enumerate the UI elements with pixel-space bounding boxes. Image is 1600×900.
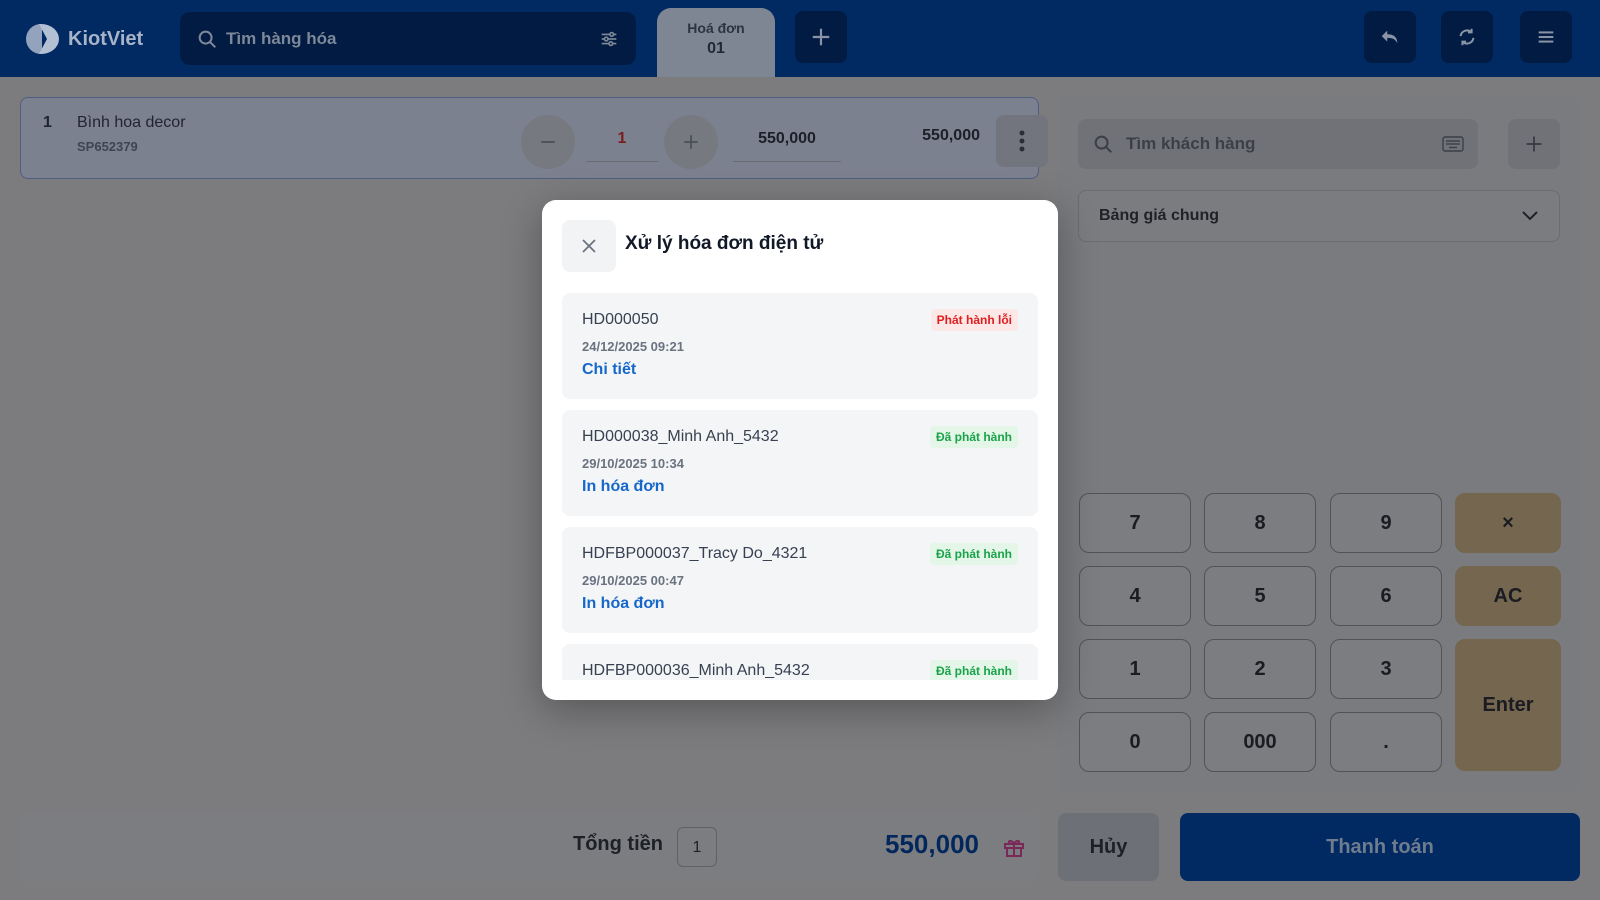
modal-title: Xử lý hóa đơn điện tử: [625, 233, 824, 254]
keypad-key-5[interactable]: 5: [1204, 566, 1316, 626]
cart-item-code: SP652379: [77, 139, 138, 154]
order-total-bar: Tổng tiền 1 550,000: [20, 813, 1039, 881]
keypad-key-0[interactable]: 0: [1079, 712, 1191, 772]
status-badge: Đã phát hành: [929, 660, 1018, 680]
e-invoice-modal: Xử lý hóa đơn điện tử HD000050 Phát hành…: [542, 200, 1058, 700]
invoice-list[interactable]: HD000050 Phát hành lỗi 24/12/2025 09:21 …: [562, 293, 1038, 680]
plus-icon: [1526, 136, 1542, 152]
plus-icon: [812, 28, 830, 46]
increase-qty-button[interactable]: [664, 115, 718, 169]
chevron-down-icon: [1522, 211, 1538, 221]
keypad-multiply-key[interactable]: ×: [1455, 493, 1561, 553]
price-list-selected: Bảng giá chung: [1099, 207, 1219, 224]
undo-button[interactable]: [1364, 11, 1416, 63]
invoice-card: HD000038_Minh Anh_5432 Đã phát hành 29/1…: [562, 410, 1038, 516]
status-badge: Đã phát hành: [929, 543, 1018, 565]
keypad-decimal-key[interactable]: .: [1330, 712, 1442, 772]
top-header: KiotViet Tìm hàng hóa Hoá đơn 01: [0, 0, 1600, 77]
keypad-key-000[interactable]: 000: [1204, 712, 1316, 772]
kiotviet-logo-icon: [26, 22, 60, 56]
invoice-card: HDFBP000037_Tracy Do_4321 Đã phát hành 2…: [562, 527, 1038, 633]
undo-icon: [1381, 30, 1398, 44]
keypad-key-3[interactable]: 3: [1330, 639, 1442, 699]
close-icon: [582, 239, 596, 253]
price-list-dropdown[interactable]: Bảng giá chung: [1078, 190, 1560, 242]
tab-invoice-number: 01: [707, 40, 725, 57]
hamburger-menu-icon: [1538, 31, 1554, 43]
close-modal-button[interactable]: [562, 220, 616, 272]
invoice-date: 24/12/2025 09:21: [582, 339, 684, 354]
print-invoice-link[interactable]: In hóa đơn: [582, 478, 664, 496]
keypad-enter-key[interactable]: Enter: [1455, 639, 1561, 771]
cart-item-name: Bình hoa decor: [77, 114, 186, 131]
line-total: 550,000: [922, 127, 980, 144]
customer-search-placeholder: Tìm khách hàng: [1126, 134, 1256, 153]
product-search-placeholder: Tìm hàng hóa: [226, 28, 337, 48]
add-customer-button[interactable]: [1508, 119, 1560, 169]
item-count-badge: 1: [677, 827, 717, 867]
total-amount: 550,000: [885, 829, 979, 859]
decrease-qty-button[interactable]: [521, 115, 575, 169]
cart-item-index: 1: [43, 114, 52, 131]
keyboard-icon[interactable]: [1442, 136, 1464, 152]
more-vertical-icon: [1019, 130, 1025, 152]
keypad-key-4[interactable]: 4: [1079, 566, 1191, 626]
add-tab-button[interactable]: [795, 11, 847, 63]
total-label: Tổng tiền: [573, 833, 663, 855]
sync-icon: [1459, 28, 1475, 46]
filter-icon[interactable]: [598, 28, 620, 50]
tab-invoice-label: Hoá đơn: [687, 20, 745, 36]
search-icon: [1094, 135, 1112, 153]
product-search-input[interactable]: Tìm hàng hóa: [180, 12, 636, 65]
customer-search-input[interactable]: Tìm khách hàng: [1078, 119, 1478, 169]
cart-item-row[interactable]: 1 Bình hoa decor SP652379 1 550,000 550,…: [20, 97, 1048, 179]
invoice-card: HD000050 Phát hành lỗi 24/12/2025 09:21 …: [562, 293, 1038, 399]
menu-button[interactable]: [1520, 11, 1572, 63]
gift-icon[interactable]: [1002, 835, 1026, 859]
status-badge: Phát hành lỗi: [930, 309, 1018, 331]
invoice-date: 29/10/2025 10:34: [582, 456, 684, 471]
brand-logo: KiotViet: [26, 22, 143, 56]
cancel-button[interactable]: Hủy: [1058, 813, 1159, 881]
keypad-key-8[interactable]: 8: [1204, 493, 1316, 553]
item-more-button[interactable]: [996, 115, 1048, 167]
pay-button[interactable]: Thanh toán: [1180, 813, 1580, 881]
print-invoice-link[interactable]: In hóa đơn: [582, 595, 664, 613]
invoice-date: 29/10/2025 00:47: [582, 573, 684, 588]
invoice-code: HD000050: [582, 311, 659, 328]
quantity-input[interactable]: 1: [586, 122, 658, 162]
keypad-key-7[interactable]: 7: [1079, 493, 1191, 553]
keypad-key-2[interactable]: 2: [1204, 639, 1316, 699]
invoice-code: HDFBP000037_Tracy Do_4321: [582, 545, 808, 562]
status-badge: Đã phát hành: [929, 426, 1018, 448]
invoice-card: HDFBP000036_Minh Anh_5432 Đã phát hành: [562, 644, 1038, 680]
keypad-key-6[interactable]: 6: [1330, 566, 1442, 626]
invoice-detail-link[interactable]: Chi tiết: [582, 361, 636, 379]
keypad-key-1[interactable]: 1: [1079, 639, 1191, 699]
keypad-key-9[interactable]: 9: [1330, 493, 1442, 553]
unit-price-input[interactable]: 550,000: [733, 122, 841, 162]
search-icon: [198, 30, 216, 48]
invoice-code: HDFBP000036_Minh Anh_5432: [582, 662, 810, 679]
sync-button[interactable]: [1441, 11, 1493, 63]
minus-icon: [541, 141, 555, 143]
tab-invoice-01[interactable]: Hoá đơn 01: [657, 8, 775, 77]
brand-name: KiotViet: [68, 27, 144, 50]
plus-icon: [684, 135, 698, 149]
keypad-clear-key[interactable]: AC: [1455, 566, 1561, 626]
invoice-code: HD000038_Minh Anh_5432: [582, 428, 779, 445]
